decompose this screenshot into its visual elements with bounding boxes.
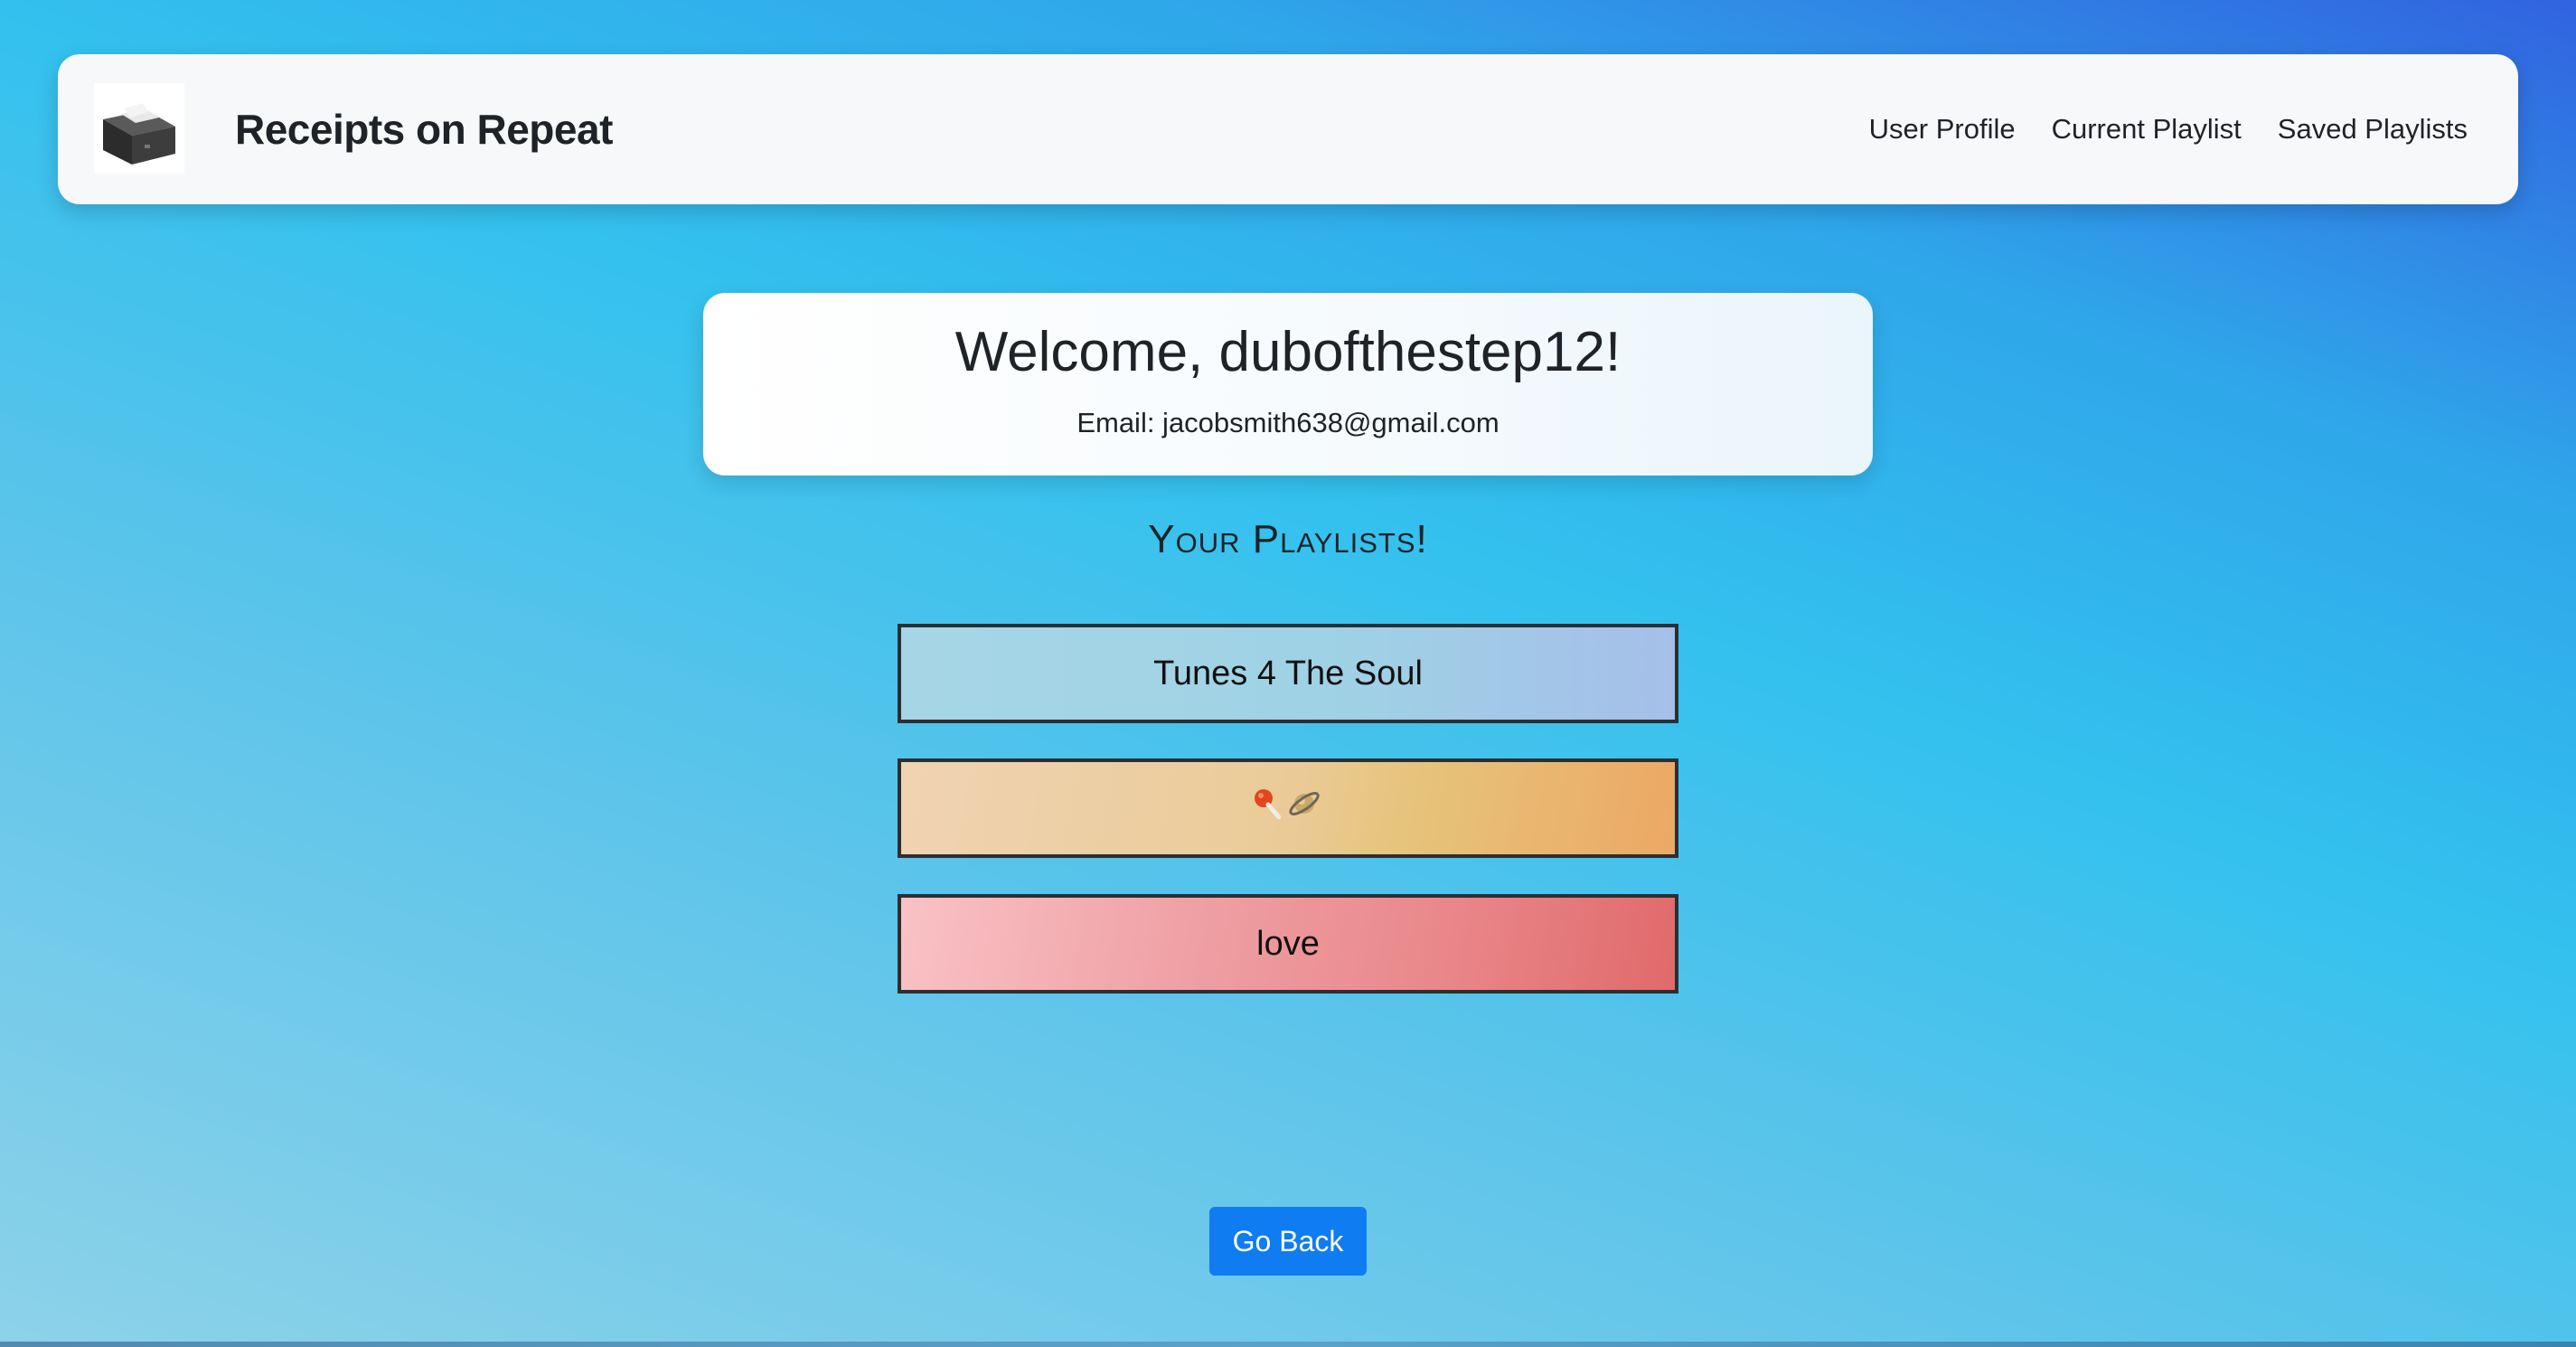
lollipop-icon [1254, 788, 1282, 828]
user-email: Email: jacobsmith638@gmail.com [1076, 407, 1500, 438]
playlist-label: Tunes 4 The Soul [1153, 654, 1423, 692]
playlist-label [1254, 786, 1322, 831]
welcome-heading: Welcome, dubofthestep12! [954, 321, 1622, 383]
app-brand[interactable]: Receipts on Repeat [235, 105, 613, 154]
go-back-button[interactable]: Go Back [1209, 1207, 1367, 1276]
playlists-heading: Your Playlists! [1148, 517, 1428, 561]
ringed-planet-icon [1286, 786, 1322, 831]
playlist-button[interactable] [898, 758, 1678, 858]
nav-current-playlist[interactable]: Current Playlist [2052, 113, 2242, 146]
nav-user-profile[interactable]: User Profile [1869, 113, 2016, 146]
welcome-card: Welcome, dubofthestep12! Email: jacobsmi… [703, 293, 1873, 476]
window-bottom-edge [0, 1342, 2576, 1347]
nav-links: User Profile Current Playlist Saved Play… [1869, 113, 2468, 146]
playlist-button[interactable]: Tunes 4 The Soul [898, 624, 1678, 723]
navbar: Receipts on Repeat User Profile Current … [58, 54, 2518, 204]
nav-saved-playlists[interactable]: Saved Playlists [2278, 113, 2468, 146]
receipt-printer-icon[interactable] [94, 83, 184, 174]
playlist-label: love [1256, 924, 1320, 963]
playlist-button[interactable]: love [898, 894, 1678, 994]
